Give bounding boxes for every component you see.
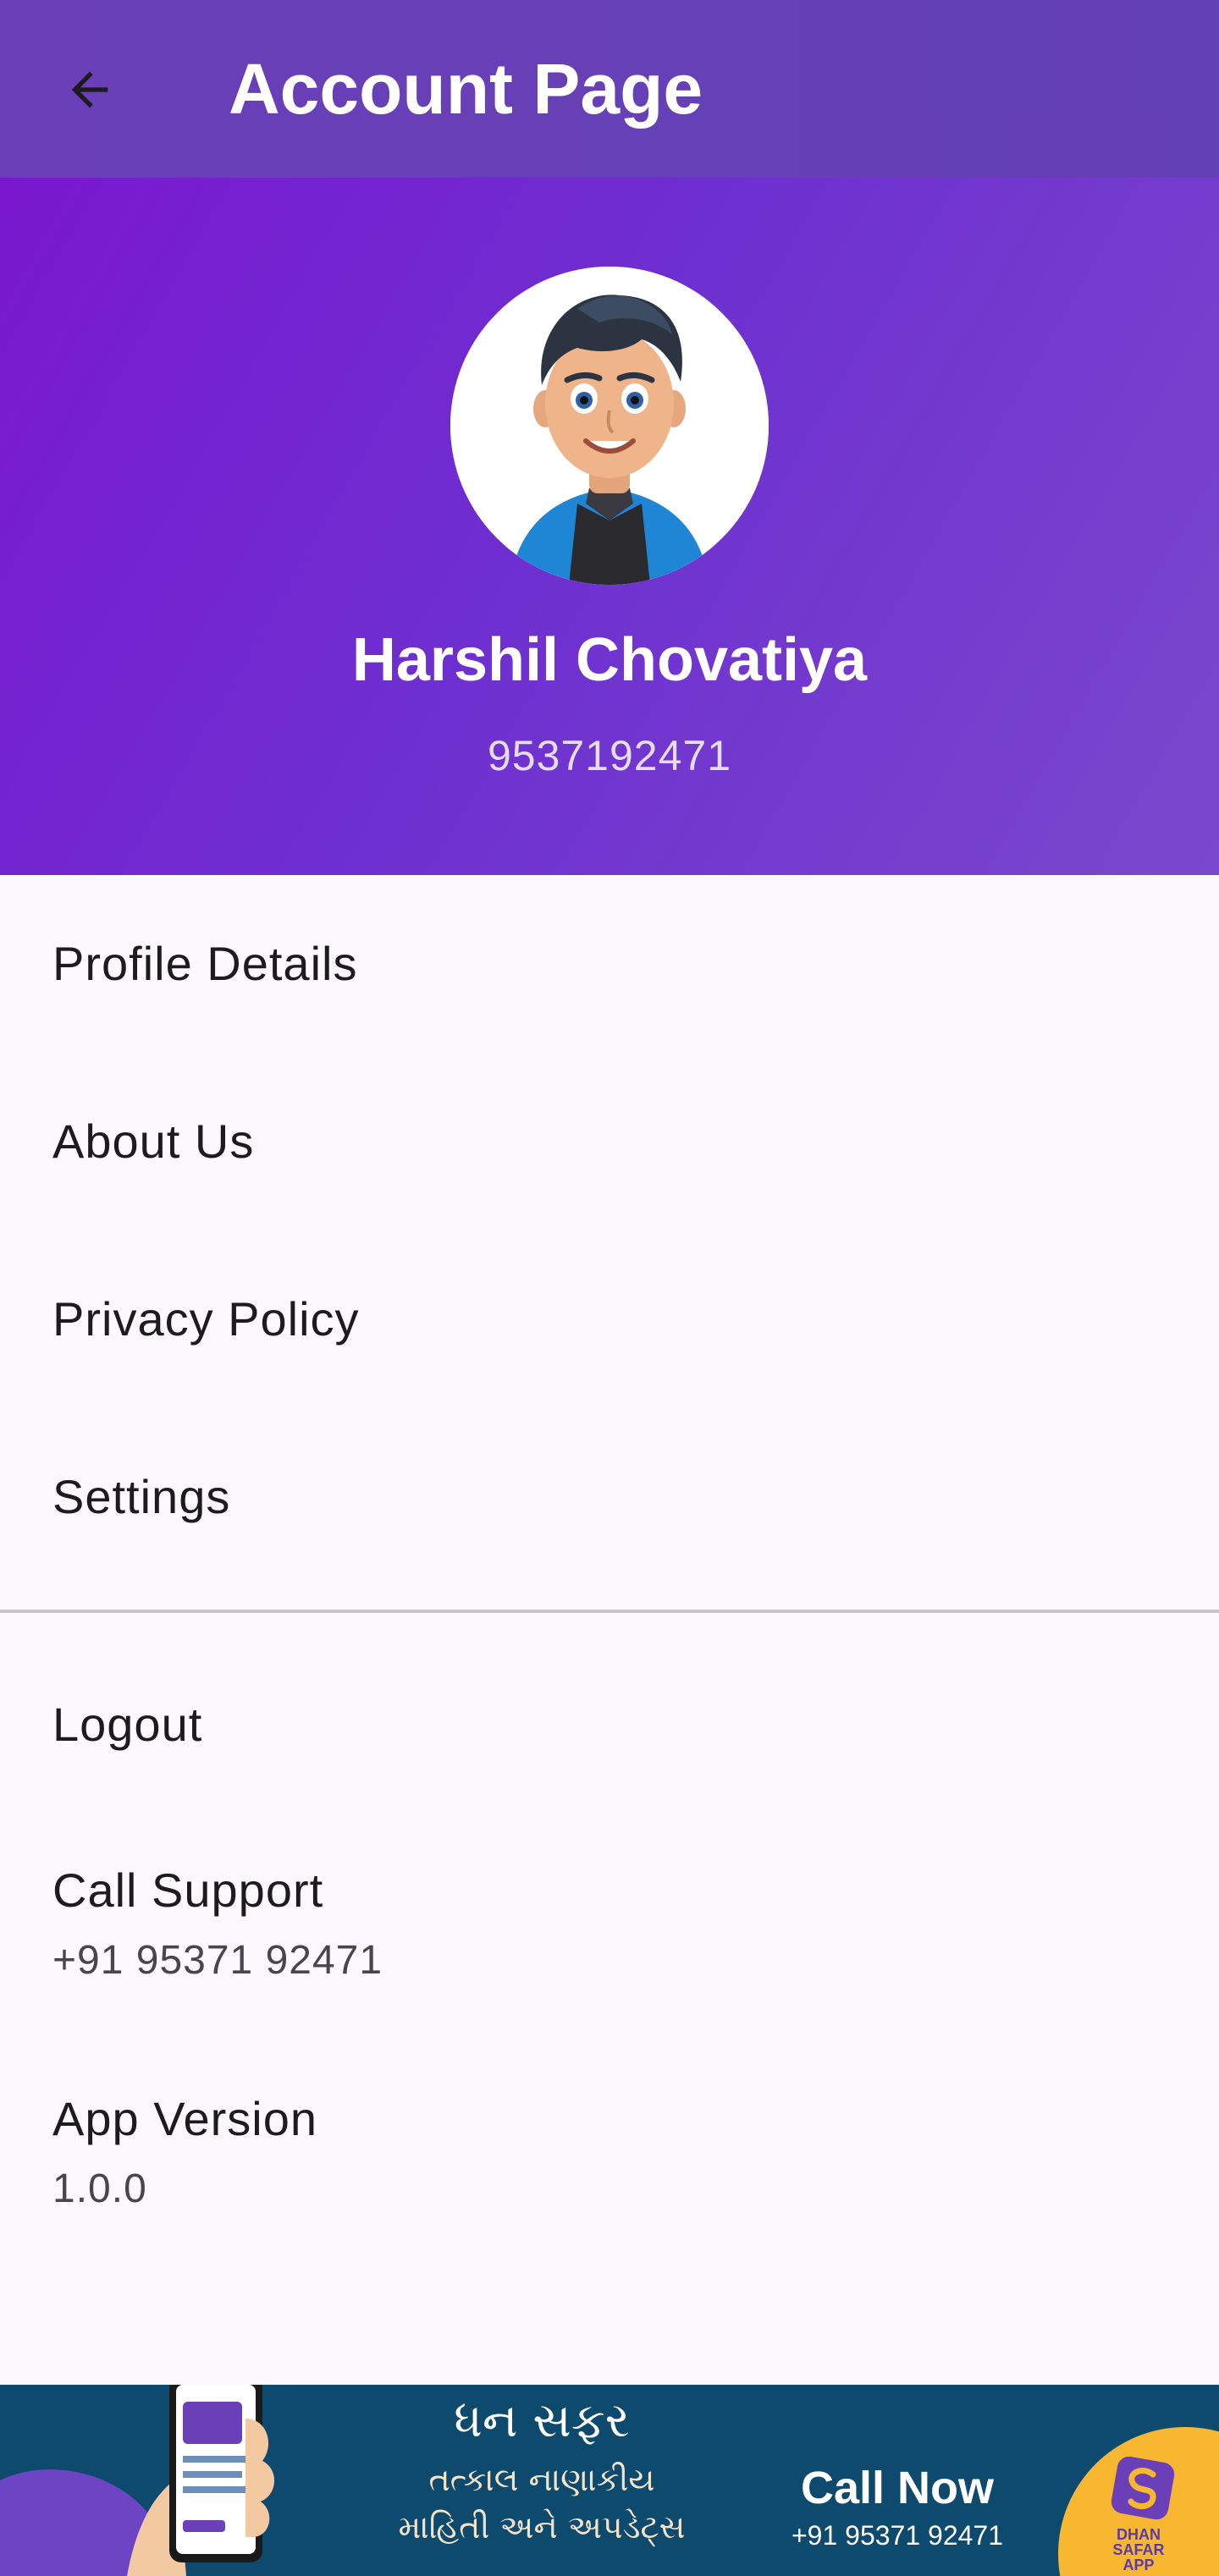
profile-name: Harshil Chovatiya [351, 626, 868, 694]
menu-item-app-version: App Version 1.0.0 [0, 2045, 1219, 2273]
page-title: Account Page [229, 49, 703, 129]
menu-item-label: App Version [52, 2092, 317, 2145]
banner-subtitle-line: તત્કાલ નાણાકીય [428, 2461, 655, 2498]
logo-text-line: SAFAR [1112, 2541, 1165, 2558]
banner-title: ધન સફર [454, 2393, 630, 2448]
menu-item-label: Call Support [52, 1863, 324, 1917]
menu-item-logout[interactable]: Logout [0, 1633, 1219, 1816]
back-button[interactable] [49, 49, 130, 130]
promo-banner[interactable]: ધન સફર તત્કાલ નાણાકીય માહિતી અને અપડેટ્સ… [0, 2385, 1219, 2576]
menu-item-privacy-policy[interactable]: Privacy Policy [0, 1230, 1219, 1408]
arrow-back-icon [71, 71, 108, 108]
banner-subtitle: તત્કાલ નાણાકીય માહિતી અને અપડેટ્સ [364, 2456, 720, 2551]
banner-logo-text: DHAN SAFAR APP [1105, 2527, 1172, 2573]
call-now-label: Call Now [800, 2463, 995, 2513]
menu-item-about-us[interactable]: About Us [0, 1053, 1219, 1230]
logo-text-line: DHAN [1117, 2526, 1161, 2543]
avatar-illustration-icon [450, 267, 769, 585]
menu-item-label: Logout [52, 1698, 203, 1751]
profile-phone: 9537192471 [487, 732, 732, 779]
menu-item-label: About Us [52, 1115, 255, 1168]
banner-subtitle-line: માહિતી અને અપડેટ્સ [398, 2508, 686, 2546]
menu-item-settings[interactable]: Settings [0, 1408, 1219, 1586]
divider [0, 1610, 1219, 1613]
menu-item-label: Privacy Policy [52, 1292, 360, 1346]
logo-text-line: APP [1122, 2557, 1155, 2573]
menu-item-call-support[interactable]: Call Support +91 95371 92471 [0, 1816, 1219, 2045]
app-bar: Account Page [0, 0, 1219, 178]
dhan-safar-logo-icon [1111, 2456, 1175, 2520]
call-support-number: +91 95371 92471 [52, 1938, 383, 1983]
menu-item-label: Profile Details [52, 937, 358, 990]
menu-item-profile-details[interactable]: Profile Details [0, 875, 1219, 1053]
menu-item-label: Settings [52, 1470, 231, 1523]
profile-header: Harshil Chovatiya 9537192471 [0, 178, 1219, 875]
app-version-value: 1.0.0 [52, 2166, 147, 2211]
phone-hand-icon [127, 2385, 275, 2576]
banner-phone: +91 95371 92471 [791, 2520, 1004, 2551]
avatar[interactable] [450, 267, 769, 585]
